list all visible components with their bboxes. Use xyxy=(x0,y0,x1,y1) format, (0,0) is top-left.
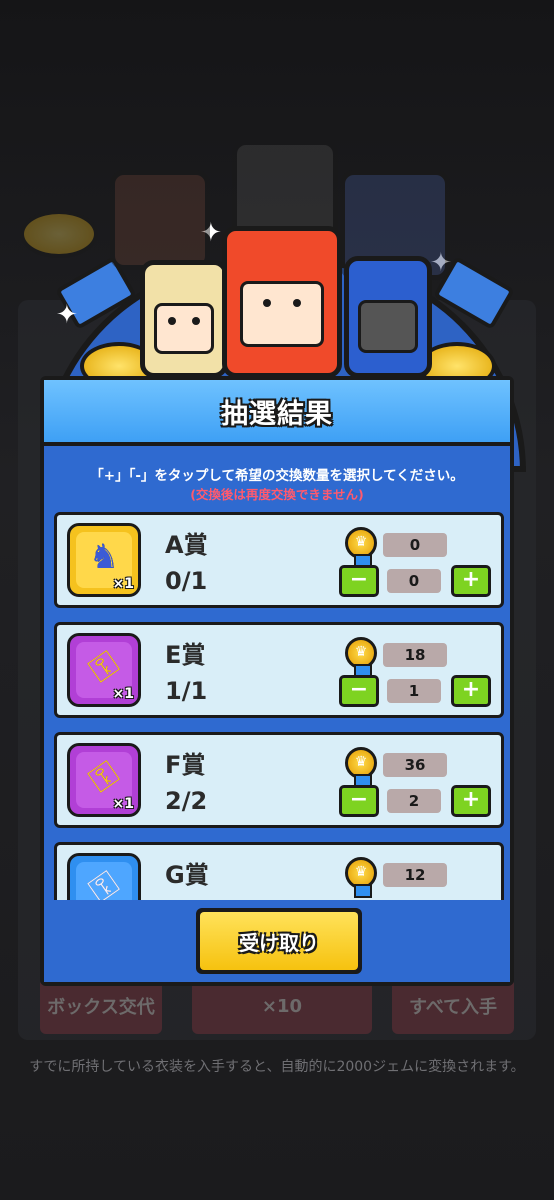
receive-button-label: 受け取り xyxy=(200,912,358,970)
coin-icon xyxy=(20,210,98,258)
dialog-title: 抽選結果 xyxy=(221,398,333,430)
box-exchange-button: ボックス交代 xyxy=(40,978,162,1034)
prize-thumbnail: ⚿ ×1 xyxy=(67,633,141,707)
medal-cost: 12 xyxy=(383,863,447,887)
medal-cost: 36 xyxy=(383,753,447,777)
sparkle-icon: ✦ xyxy=(56,300,78,330)
prize-thumbnail: ♞ ×1 xyxy=(67,523,141,597)
draw-x10-button: ×10 xyxy=(192,978,372,1034)
exchange-amount: 0 xyxy=(387,569,441,593)
conversion-note: すでに所持している衣装を入手すると、自動的に2000ジェムに変換されます。 xyxy=(29,1059,525,1075)
medal-icon: ♛ xyxy=(345,857,377,898)
warning-text: (交換後は再度交換できません) xyxy=(190,487,364,502)
exchange-amount: 2 xyxy=(387,789,441,813)
dialog-header: 抽選結果 xyxy=(44,380,510,446)
prize-count: 0/1 xyxy=(165,567,208,595)
receive-button[interactable]: 受け取り xyxy=(196,908,362,974)
prize-name: E賞 xyxy=(165,641,206,669)
knight-character xyxy=(140,260,228,378)
plus-button[interactable]: + xyxy=(451,675,491,707)
medal-cost: 18 xyxy=(383,643,447,667)
prize-name: G賞 xyxy=(165,861,209,889)
medal-icon: ♛ xyxy=(345,527,377,568)
plus-button[interactable]: + xyxy=(451,565,491,597)
prize-row-f: ⚿ ×1 F賞 2/2 ♛ 36 − 2 + xyxy=(54,732,504,828)
minus-button[interactable]: − xyxy=(339,785,379,817)
prize-name: F賞 xyxy=(165,751,206,779)
prize-count: 1/1 xyxy=(165,677,208,705)
get-all-button: すべて入手 xyxy=(392,978,514,1034)
medal-icon: ♛ xyxy=(345,747,377,788)
minus-button[interactable]: − xyxy=(339,675,379,707)
prize-list[interactable]: ♞ ×1 A賞 0/1 ♛ 0 − 0 + ⚿ ×1 E賞 1/1 ♛ 18 −… xyxy=(54,512,504,900)
prize-count: 2/2 xyxy=(165,787,208,815)
medal-icon: ♛ xyxy=(345,637,377,678)
prize-thumbnail: ⚿ xyxy=(67,853,141,900)
prize-thumbnail: ⚿ ×1 xyxy=(67,743,141,817)
item-quantity: ×1 xyxy=(112,686,134,702)
maid-character-bg xyxy=(110,170,210,270)
medal-cost: 0 xyxy=(383,533,447,557)
minus-button[interactable]: − xyxy=(339,565,379,597)
prize-row-e: ⚿ ×1 E賞 1/1 ♛ 18 − 1 + xyxy=(54,622,504,718)
lottery-result-dialog: 抽選結果 「+」「-」をタップして希望の交換数量を選択してください。 (交換後は… xyxy=(40,376,514,986)
officer-character xyxy=(344,256,432,378)
instruction-text: 「+」「-」をタップして希望の交換数量を選択してください。 xyxy=(90,468,464,484)
exchange-amount: 1 xyxy=(387,679,441,703)
plus-button[interactable]: + xyxy=(451,785,491,817)
prize-name: A賞 xyxy=(165,531,208,559)
prize-row-a: ♞ ×1 A賞 0/1 ♛ 0 − 0 + xyxy=(54,512,504,608)
prize-row-g: ⚿ G賞 ♛ 12 xyxy=(54,842,504,900)
character-artwork: ✦ ✦ ✦ xyxy=(0,110,554,472)
knight-character-icon: ♞ xyxy=(88,537,120,578)
item-quantity: ×1 xyxy=(112,796,134,812)
item-quantity: ×1 xyxy=(112,576,134,592)
maid-character xyxy=(222,226,342,378)
